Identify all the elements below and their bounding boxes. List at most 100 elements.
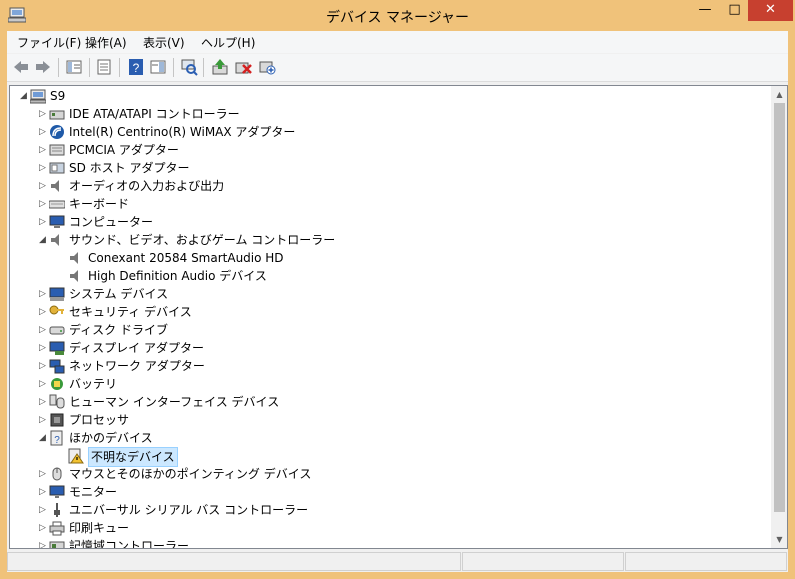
expand-arrow-icon[interactable]: ▷ [39, 501, 46, 519]
scroll-up-arrow[interactable]: ▲ [771, 86, 787, 103]
show-hide-console-tree-icon[interactable] [65, 58, 83, 76]
tree-item-label: ほかのデバイス [69, 431, 153, 445]
wimax-icon [50, 125, 64, 139]
uninstall-device-icon[interactable] [234, 58, 252, 76]
expand-arrow-icon[interactable]: ▷ [39, 213, 46, 231]
tree-item-label: 印刷キュー [69, 521, 130, 535]
expand-arrow-icon[interactable]: ▷ [39, 411, 46, 429]
device-tree[interactable]: ◢ S9 ▷ IDE ATA/ATAPI コントローラー ▷ Intel(R) Centr… [9, 85, 788, 549]
tree-item-label: プロセッサ [69, 413, 130, 427]
scroll-down-arrow[interactable]: ▼ [771, 531, 787, 548]
expand-arrow-icon[interactable]: ▷ [39, 357, 46, 375]
tree-item-label: オーディオの入力および出力 [69, 179, 225, 193]
add-legacy-hardware-icon[interactable] [258, 58, 276, 76]
expand-arrow-icon[interactable]: ▷ [39, 123, 46, 141]
tree-item-label: ヒューマン インターフェイス デバイス [69, 395, 280, 409]
tree-item-label: セキュリティ デバイス [69, 305, 192, 319]
expand-arrow-icon[interactable]: ▷ [39, 105, 46, 123]
display-adapter-icon [49, 341, 65, 355]
tree-item-label: ユニバーサル シリアル バス コントローラー [69, 503, 309, 517]
tree-item-label: ディスプレイ アダプター [69, 341, 204, 355]
device-manager-window: デバイス マネージャー — □ ✕ ファイル(F) 操作(A) 表示(V) ヘル… [0, 0, 795, 579]
status-bar [7, 549, 788, 572]
properties-icon[interactable] [95, 58, 113, 76]
expand-arrow-icon[interactable]: ▷ [39, 195, 46, 213]
tree-item-label: コンピューター [69, 215, 154, 229]
unknown-device-warning-icon [68, 448, 84, 464]
title-bar[interactable]: デバイス マネージャー — □ ✕ [0, 0, 795, 31]
tree-item-label: ディスク ドライブ [69, 323, 168, 337]
battery-icon [51, 378, 63, 390]
disk-drive-icon [49, 326, 65, 335]
tree-item-label: サウンド、ビデオ、およびゲーム コントローラー [69, 233, 336, 247]
forward-arrow-icon[interactable] [34, 58, 52, 76]
computer-root-icon [30, 89, 46, 104]
tree-child-label: High Definition Audio デバイス [88, 269, 267, 283]
expand-arrow-icon[interactable]: ▷ [39, 177, 46, 195]
speaker-icon [70, 270, 78, 282]
svg-text:?: ? [54, 435, 60, 446]
maximize-button[interactable]: □ [722, 0, 747, 21]
expand-arrow-icon[interactable]: ▷ [39, 465, 46, 483]
security-key-icon [49, 305, 64, 315]
tree-item-label: SD ホスト アダプター [69, 161, 190, 175]
collapse-arrow-icon[interactable]: ◢ [20, 87, 27, 105]
tree-child-label: 不明なデバイス [88, 447, 178, 467]
scan-hardware-changes-icon[interactable] [180, 58, 198, 76]
window-title: デバイス マネージャー [325, 10, 470, 26]
tree-item-label: ネットワーク アダプター [69, 359, 205, 373]
speaker-icon [70, 252, 78, 264]
toolbar-separator [89, 58, 90, 77]
toolbar-separator [58, 58, 59, 77]
tree-item-label: IDE ATA/ATAPI コントローラー [69, 107, 240, 121]
tree-item-label: 記憶域コントローラー [69, 539, 190, 549]
status-cell-1 [7, 552, 461, 571]
storage-controller-icon [49, 541, 65, 548]
expand-arrow-icon[interactable]: ▷ [39, 393, 46, 411]
toolbar: ? [7, 54, 788, 82]
computer-icon [49, 215, 65, 228]
expand-arrow-icon[interactable]: ▷ [39, 483, 46, 501]
scrollbar-thumb[interactable] [774, 103, 785, 512]
expand-arrow-icon[interactable]: ▷ [39, 159, 46, 177]
menu-file[interactable]: ファイル(F) [17, 34, 81, 51]
expand-arrow-icon[interactable]: ▷ [39, 339, 46, 357]
toolbar-separator [203, 58, 204, 77]
action-pane-icon[interactable] [149, 58, 167, 76]
expand-arrow-icon[interactable]: ▷ [39, 375, 46, 393]
other-devices-icon: ? [50, 430, 63, 446]
expand-arrow-icon[interactable]: ▷ [39, 321, 46, 339]
expand-arrow-icon[interactable]: ▷ [39, 537, 46, 548]
tree-item-label: キーボード [69, 197, 130, 211]
vertical-scrollbar[interactable]: ▲ ▼ [771, 86, 787, 548]
expand-arrow-icon[interactable]: ▷ [39, 141, 46, 159]
toolbar-separator [119, 58, 120, 77]
ide-controller-icon [49, 110, 65, 120]
tree-root-label: S9 [50, 89, 66, 103]
sound-icon [51, 234, 59, 246]
menu-view[interactable]: 表示(V) [143, 34, 185, 51]
toolbar-separator [173, 58, 174, 77]
status-cell-3 [625, 552, 787, 571]
help-icon[interactable]: ? [127, 58, 145, 76]
collapse-arrow-icon[interactable]: ◢ [39, 429, 46, 447]
tree-item-label: Intel(R) Centrino(R) WiMAX アダプター [69, 125, 296, 139]
hid-icon [49, 394, 65, 409]
collapse-arrow-icon[interactable]: ◢ [39, 231, 46, 249]
update-driver-icon[interactable] [211, 58, 229, 76]
minimize-button[interactable]: — [688, 0, 722, 21]
expand-arrow-icon[interactable]: ▷ [39, 285, 46, 303]
tree-item-label: モニター [69, 485, 118, 499]
client-area: ファイル(F) 操作(A) 表示(V) ヘルプ(H) ? ◢ S9 ▷ IDE ATA… [7, 31, 788, 572]
menu-help[interactable]: ヘルプ(H) [201, 34, 255, 51]
expand-arrow-icon[interactable]: ▷ [39, 519, 46, 537]
tree-item-label: PCMCIA アダプター [69, 143, 179, 157]
tree-child-label: Conexant 20584 SmartAudio HD [88, 251, 284, 265]
menu-action[interactable]: 操作(A) [85, 34, 127, 51]
printer-icon [49, 521, 65, 536]
close-button[interactable]: ✕ [748, 0, 793, 21]
expand-arrow-icon[interactable]: ▷ [39, 303, 46, 321]
back-arrow-icon[interactable] [12, 58, 30, 76]
keyboard-icon [49, 200, 65, 209]
tree-item-label: システム デバイス [69, 287, 169, 301]
